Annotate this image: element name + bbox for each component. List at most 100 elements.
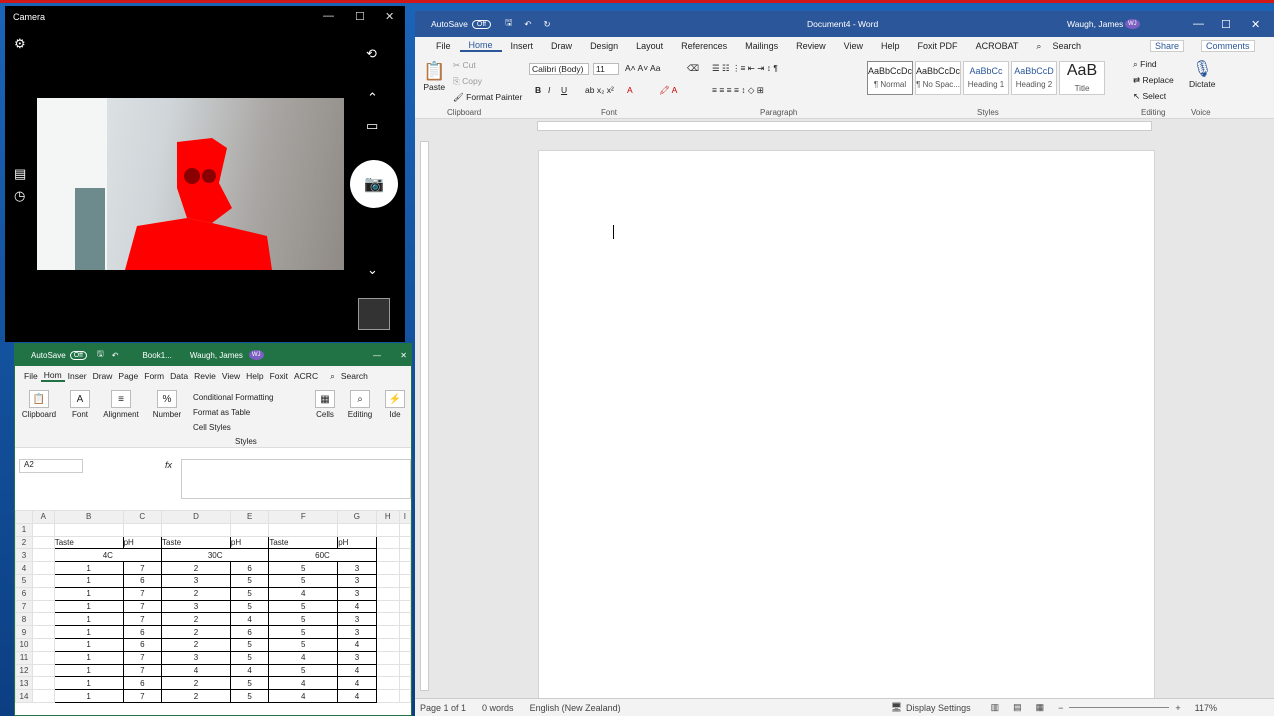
tab-file[interactable]: File [427,41,460,51]
cell[interactable]: 4 [268,586,339,601]
cell[interactable]: 6 [122,573,163,588]
cell[interactable]: 7 [122,612,163,627]
avatar[interactable]: WJ [248,350,264,360]
cell[interactable]: 3 [337,586,377,601]
tab-home[interactable]: Home [459,40,502,52]
cell[interactable] [375,650,400,665]
tab-formulas[interactable]: Form [141,371,167,381]
cell[interactable] [32,573,55,588]
maximize-icon[interactable]: ☐ [1221,18,1231,31]
cell[interactable]: 6 [122,637,163,652]
cell[interactable] [32,586,55,601]
format-painter-button[interactable]: 🖌 Format Painter [453,92,522,103]
close-icon[interactable]: ✕ [400,351,407,360]
cell[interactable]: 5 [229,599,270,614]
cell[interactable]: 5 [268,612,339,627]
cell[interactable]: 5 [268,663,339,678]
cell[interactable]: 60C [268,548,377,563]
cell[interactable] [398,548,412,563]
horizontal-ruler[interactable] [537,121,1152,131]
row-header[interactable]: 3 [15,548,33,563]
cell[interactable] [398,573,412,588]
dictate-button[interactable]: 🎙 Dictate [1189,59,1215,89]
style-heading1[interactable]: AaBbCc Heading 1 [963,61,1009,95]
web-layout-icon[interactable]: ▦ [1036,702,1045,713]
cell[interactable]: 1 [53,612,124,627]
spreadsheet-grid[interactable]: A B C D E F G H I 1 2 Taste pH Taste pH Taste pH 3 4C 30C 60… [15,510,412,703]
tab-file[interactable]: File [21,371,41,381]
tab-foxit[interactable]: Foxit PDF [909,41,967,51]
tab-mailings[interactable]: Mailings [736,41,787,51]
align-left-icon[interactable]: ≡ ≡ ≡ ≡ ↕ ◇ ⊞ [712,85,764,96]
font-size-select[interactable]: 11 [593,63,619,75]
vertical-ruler[interactable] [420,141,429,691]
clipboard-button[interactable]: 📋 Clipboard [19,390,59,419]
cell[interactable]: 7 [122,561,163,575]
tab-design[interactable]: Design [581,41,627,51]
page-count[interactable]: Page 1 of 1 [420,703,466,713]
copy-button[interactable]: ⎘ Copy [453,76,482,87]
highlight-icon[interactable]: 🖍 A [659,85,677,96]
cell[interactable]: 2 [161,586,231,601]
tab-page[interactable]: Page [115,371,141,381]
switch-camera-icon[interactable]: ⟲ [366,46,377,62]
column-header[interactable]: E [229,510,270,524]
column-header[interactable]: G [337,510,377,524]
search-label[interactable]: Search [338,371,371,381]
capture-button[interactable]: 📷 [350,160,398,208]
cell[interactable]: 30C [161,548,270,563]
zoom-in-icon[interactable]: + [1175,703,1180,713]
cell[interactable] [337,522,377,537]
cell[interactable]: 2 [161,561,231,575]
chevron-up-icon[interactable]: ⌃ [367,90,378,106]
cell[interactable] [53,522,124,537]
cell[interactable]: 1 [53,625,124,639]
cell[interactable] [375,586,400,601]
cell[interactable] [398,535,412,550]
cell[interactable]: 4 [268,650,339,665]
cell[interactable] [375,561,400,575]
cell[interactable]: 4 [161,663,231,678]
autosave-toggle[interactable]: Off [471,19,492,29]
undo-icon[interactable]: ↶ [524,19,531,30]
cell[interactable]: 7 [122,689,163,703]
zoom-slider[interactable] [1069,707,1170,708]
cell[interactable]: 5 [229,650,270,665]
style-heading2[interactable]: AaBbCcD Heading 2 [1011,61,1057,95]
cell[interactable]: 4 [268,676,339,691]
cell[interactable]: 1 [53,599,124,614]
cell[interactable] [375,663,400,678]
cell[interactable] [375,573,400,588]
style-title[interactable]: AaB Title [1059,61,1105,95]
cell[interactable]: 3 [161,573,231,588]
cell[interactable] [398,599,412,614]
cell[interactable]: 4 [337,689,377,703]
cell[interactable]: 4 [337,676,377,691]
cell[interactable] [32,599,55,614]
word-count[interactable]: 0 words [482,703,514,713]
cell[interactable]: 3 [337,650,377,665]
cell[interactable] [32,561,55,575]
cell[interactable]: 6 [122,625,163,639]
cell[interactable] [122,522,163,537]
cell[interactable] [32,637,55,652]
cells-button[interactable]: ▦ Cells [311,390,339,419]
cell[interactable]: 2 [161,637,231,652]
tab-draw[interactable]: Draw [90,371,116,381]
tab-help[interactable]: Help [872,41,909,51]
find-button[interactable]: ⌕ Find [1133,59,1157,70]
cell[interactable] [398,522,412,537]
cell[interactable] [161,522,231,537]
row-header[interactable]: 8 [15,612,33,627]
search-icon[interactable]: ⌕ [1027,41,1050,52]
cell[interactable]: pH [337,535,377,550]
minimize-icon[interactable]: — [1193,18,1204,30]
cell[interactable] [32,663,55,678]
font-name-select[interactable]: Calibri (Body) [529,63,589,75]
search-label[interactable]: Search [1050,41,1090,51]
cell[interactable]: 4 [229,663,270,678]
zoom-out-icon[interactable]: − [1058,703,1063,713]
cell[interactable]: 1 [53,689,124,703]
cell[interactable]: Taste [161,535,231,550]
cell[interactable]: 3 [161,650,231,665]
